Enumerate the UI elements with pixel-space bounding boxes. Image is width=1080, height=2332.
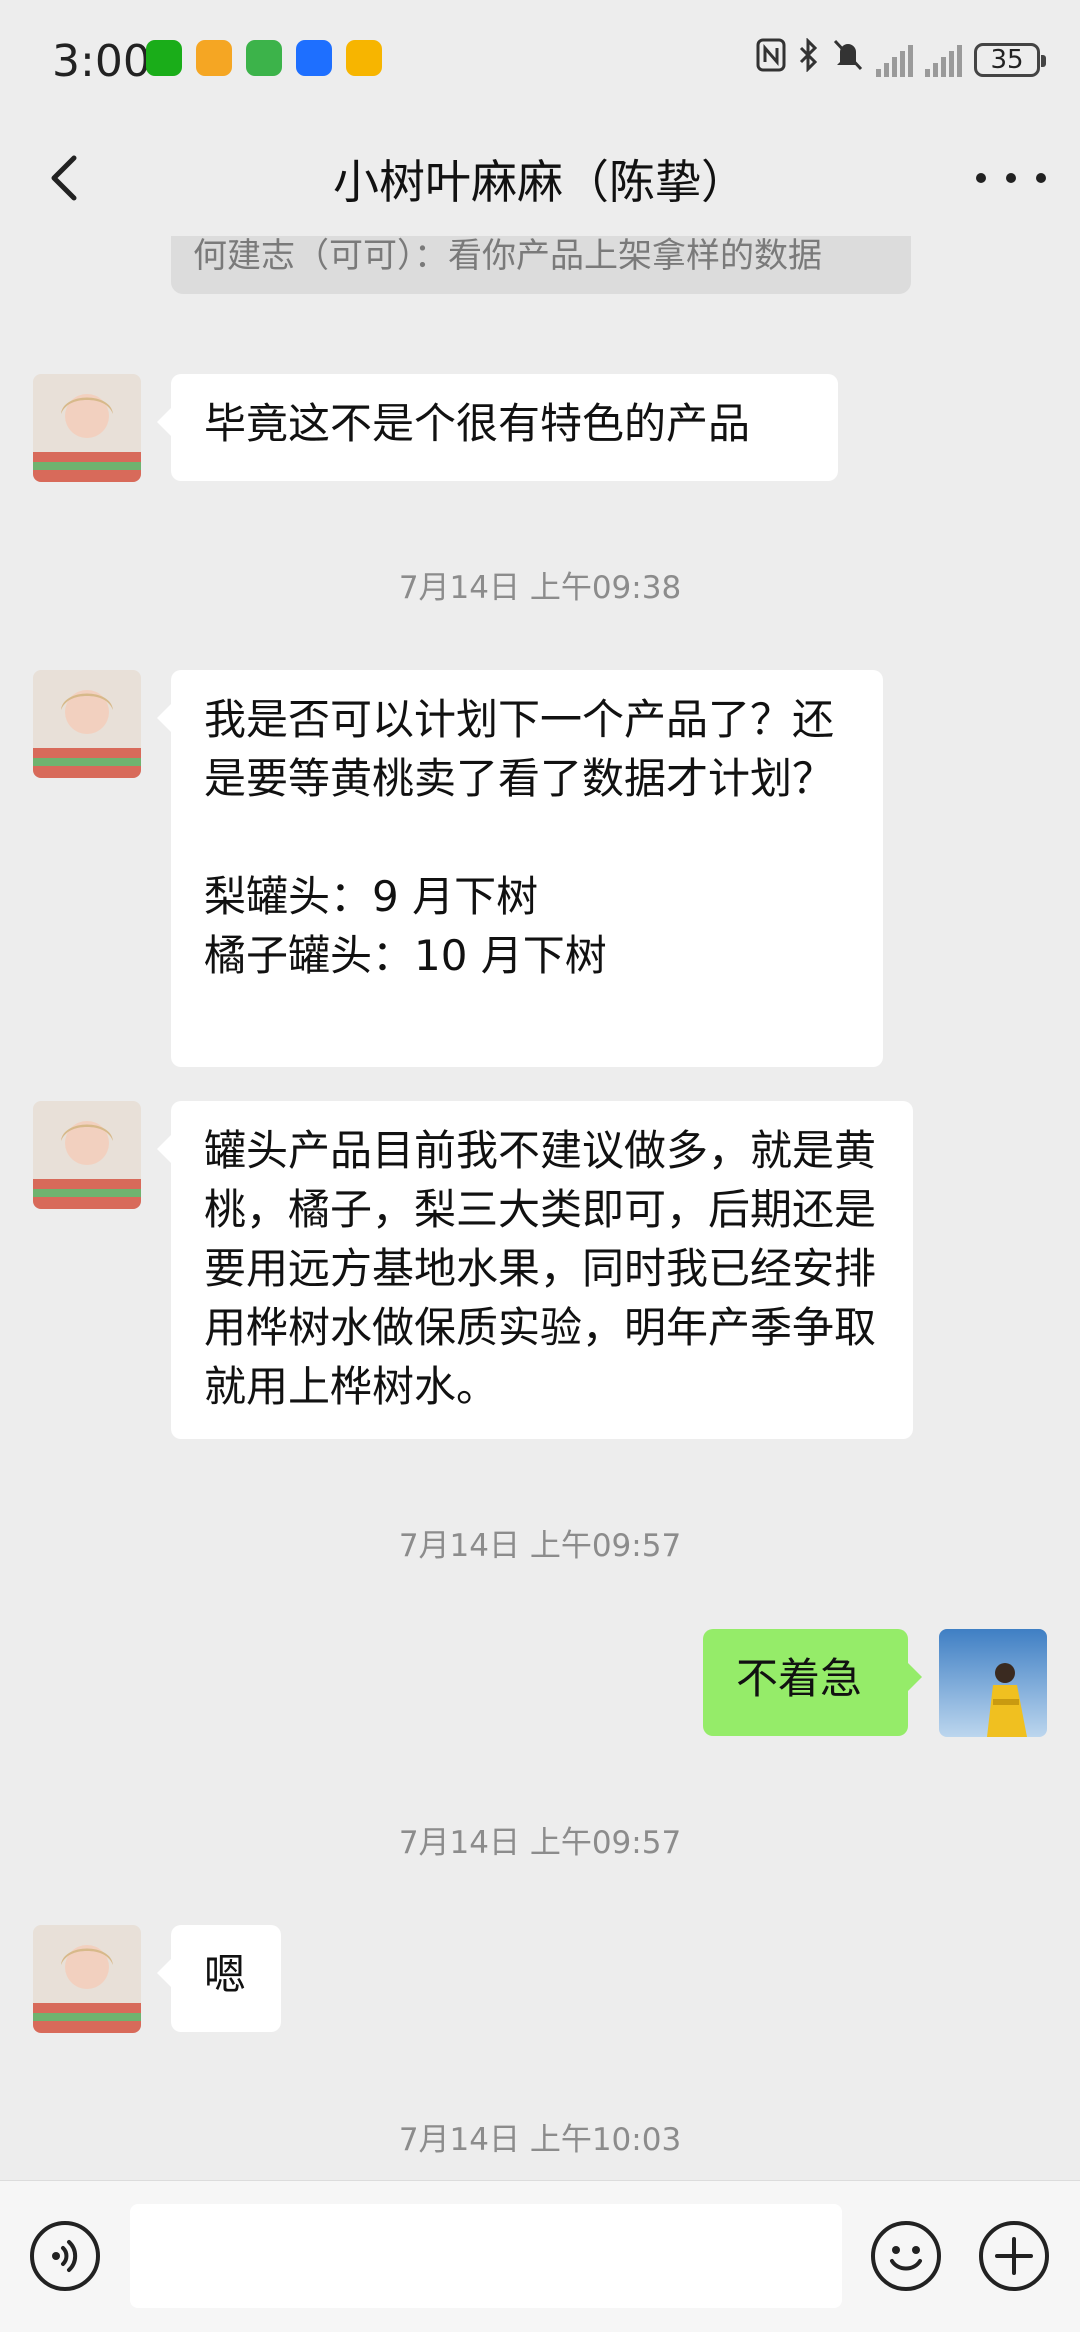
contact-avatar[interactable]	[33, 1925, 141, 2033]
more-dot-icon	[976, 173, 986, 183]
input-bar	[0, 2180, 1080, 2332]
emoji-icon	[890, 2246, 922, 2271]
notification-icons	[146, 40, 382, 76]
quoted-message[interactable]: 何建志（可可）：看你产品上架拿样的数据	[171, 236, 911, 294]
chat-header: 小树叶麻麻（陈挚）	[0, 120, 1080, 236]
contact-avatar[interactable]	[33, 374, 141, 482]
more-dot-icon	[1036, 173, 1046, 183]
message-bubble[interactable]: 我是否可以计划下一个产品了？还是要等黄桃卖了看了数据才计划？ 梨罐头：9 月下树…	[157, 670, 883, 1067]
contact-avatar[interactable]	[33, 1101, 141, 1209]
signal-icon	[876, 43, 913, 77]
system-icons: 35	[756, 37, 1046, 81]
mute-icon	[832, 38, 864, 81]
more-functions-button[interactable]	[979, 2221, 1049, 2291]
signal-icon-2	[925, 43, 962, 77]
green-app-icon	[246, 40, 282, 76]
wechat-app-icon	[146, 40, 182, 76]
voice-icon	[52, 2240, 78, 2272]
shopping-app-icon	[196, 40, 232, 76]
voice-button[interactable]	[30, 2221, 100, 2291]
emoji-button[interactable]	[871, 2221, 941, 2291]
status-bar: 3:00 35	[0, 0, 1080, 120]
message-bubble[interactable]: 嗯	[157, 1925, 281, 2032]
nfc-icon	[756, 38, 786, 81]
duck-app-icon	[346, 40, 382, 76]
bluetooth-icon	[798, 37, 820, 81]
timestamp: 7月14日 上午10:03	[398, 2122, 682, 2158]
battery-icon: 35	[974, 42, 1046, 77]
message-bubble[interactable]: 罐头产品目前我不建议做多，就是黄桃，橘子，梨三大类即可，后期还是要用远方基地水果…	[157, 1101, 913, 1439]
my-avatar[interactable]	[939, 1629, 1047, 1737]
contact-avatar[interactable]	[33, 670, 141, 778]
message-list[interactable]: 何建志（可可）：看你产品上架拿样的数据 毕竟这不是个很有特色的产品 7月14日 …	[0, 236, 1080, 2180]
plus-icon	[995, 2237, 1033, 2275]
message-input[interactable]	[130, 2204, 842, 2308]
timestamp: 7月14日 上午09:38	[398, 570, 682, 606]
travel-app-icon	[296, 40, 332, 76]
chat-title: 小树叶麻麻（陈挚）	[333, 155, 747, 209]
more-dot-icon	[1006, 173, 1016, 183]
more-button[interactable]	[976, 148, 1046, 208]
my-message-bubble[interactable]: 不着急	[703, 1629, 922, 1736]
timestamp: 7月14日 上午09:57	[398, 1528, 682, 1564]
message-bubble[interactable]: 毕竟这不是个很有特色的产品	[157, 374, 838, 481]
timestamp: 7月14日 上午09:57	[398, 1825, 682, 1861]
status-time: 3:00	[52, 36, 151, 87]
